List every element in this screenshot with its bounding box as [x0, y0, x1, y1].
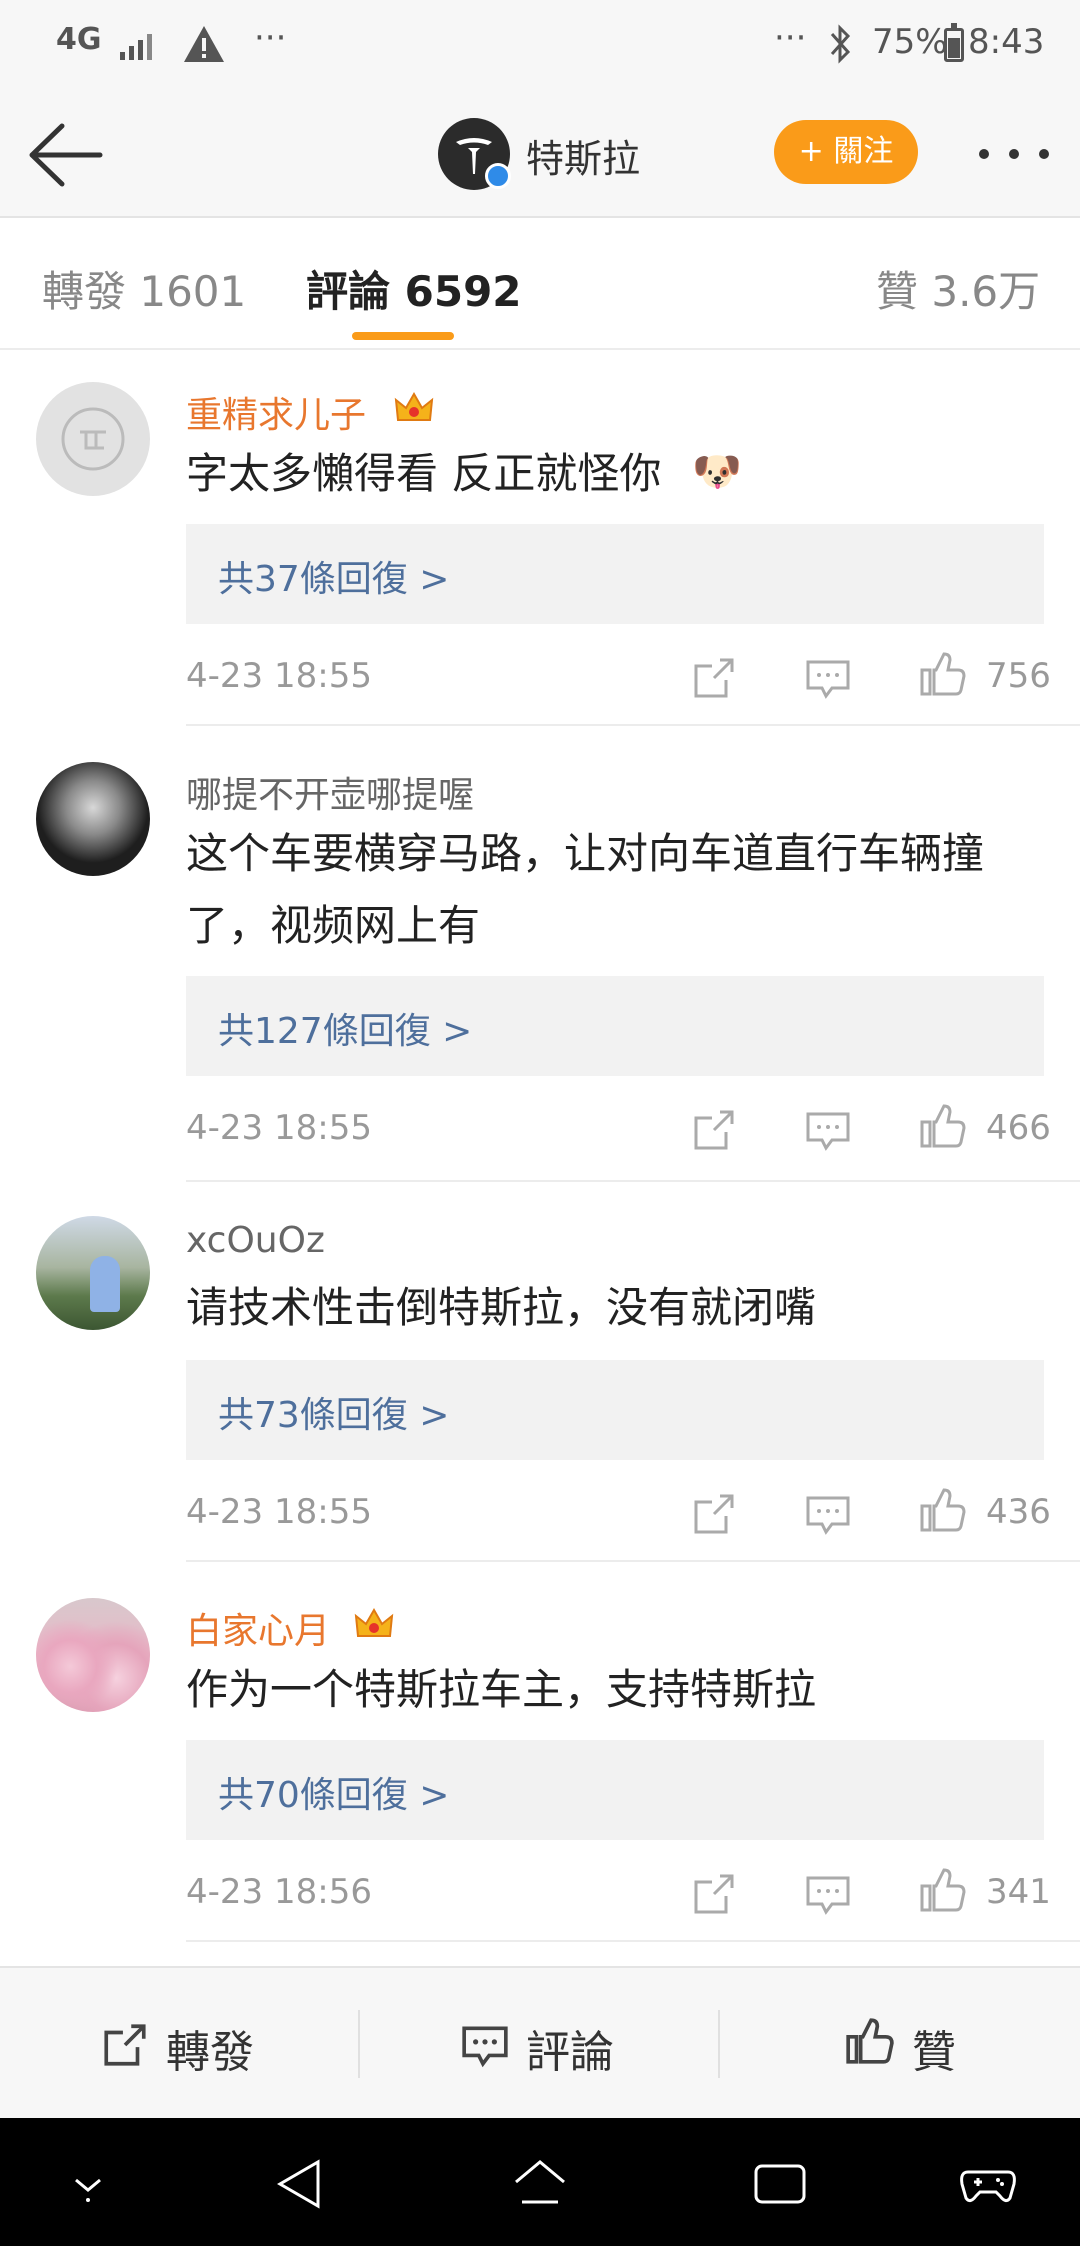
username[interactable]: 白家心月	[186, 1602, 330, 1654]
battery-icon	[944, 23, 964, 62]
repost-icon[interactable]	[690, 1870, 738, 1918]
comment-item: 重精求儿子 字太多懶得看 反正就怪你 🐶 共37條回復 > 4-23 18:55…	[0, 382, 1080, 726]
reply-summary[interactable]: 共70條回復 >	[186, 1740, 1044, 1840]
like-icon[interactable]	[918, 1102, 966, 1150]
reply-count-link[interactable]: 共127條回復 >	[218, 1002, 472, 1054]
repost-icon[interactable]	[690, 1490, 738, 1538]
bluetooth-icon	[830, 24, 851, 64]
divider	[186, 724, 1080, 726]
tab-reposts[interactable]: 轉發 1601	[42, 258, 246, 319]
avatar[interactable]	[36, 1598, 150, 1712]
comment-icon[interactable]	[804, 1490, 852, 1538]
verified-badge-icon	[485, 163, 511, 189]
comment-button[interactable]: 評論	[360, 1968, 720, 2120]
home-nav-icon[interactable]	[510, 2154, 570, 2214]
crown-badge-icon	[354, 1607, 394, 1637]
status-bar: 4G ··· ··· 75% 8:43	[0, 0, 1080, 90]
comment-text: 作为一个特斯拉车主，支持特斯拉	[186, 1665, 817, 1714]
comment-icon[interactable]	[804, 654, 852, 702]
comment-time: 4-23 18:56	[186, 1872, 372, 1912]
hide-keyboard-icon[interactable]	[58, 2154, 118, 2214]
signal-icon	[120, 34, 152, 60]
comment-text: 这个车要横穿马路，让对向车道直行车辆撞了，视频网上有	[186, 829, 985, 950]
avatar[interactable]	[36, 762, 150, 876]
divider	[186, 1940, 1080, 1942]
crown-badge-icon	[394, 391, 434, 421]
battery-percent: 75%	[872, 22, 948, 62]
repost-icon[interactable]	[690, 654, 738, 702]
username[interactable]: 哪提不开壶哪提喔	[186, 766, 474, 818]
divider	[186, 1560, 1080, 1562]
bottom-action-bar: 轉發 評論 贊	[0, 1966, 1080, 2118]
comment-time: 4-23 18:55	[186, 656, 372, 696]
repost-label: 轉發	[166, 2027, 254, 2078]
comment-time: 4-23 18:55	[186, 1492, 372, 1532]
like-button[interactable]: 贊	[720, 1968, 1080, 2120]
like-icon	[846, 2018, 894, 2064]
nav-header: 特斯拉 + 關注	[0, 90, 1080, 218]
comment-text: 字太多懶得看 反正就怪你	[186, 449, 662, 498]
like-icon[interactable]	[918, 650, 966, 698]
back-arrow-icon[interactable]	[28, 120, 108, 190]
avatar[interactable]	[36, 382, 150, 496]
like-icon[interactable]	[918, 1866, 966, 1914]
network-type: 4G	[56, 22, 102, 57]
like-count: 756	[986, 656, 1051, 696]
comment-icon[interactable]	[804, 1870, 852, 1918]
status-more: ···	[774, 18, 807, 58]
follow-button[interactable]: + 關注	[774, 120, 918, 184]
repost-button[interactable]: 轉發	[0, 1968, 360, 2120]
comment-item: xcOuOz 请技术性击倒特斯拉，没有就闭嘴 共73條回復 > 4-23 18:…	[0, 1216, 1080, 1562]
game-tools-icon[interactable]	[958, 2154, 1018, 2214]
like-label: 贊	[912, 2027, 956, 2078]
like-count: 436	[986, 1492, 1051, 1532]
doge-emoji-icon: 🐶	[692, 449, 742, 495]
warning-icon	[184, 26, 224, 62]
recents-nav-icon[interactable]	[750, 2154, 810, 2214]
comment-label: 評論	[526, 2027, 614, 2078]
tab-comments[interactable]: 評論 6592	[306, 258, 522, 319]
default-avatar-icon	[61, 407, 125, 471]
repost-icon	[104, 2024, 146, 2066]
like-count: 341	[986, 1872, 1051, 1912]
reply-count-link[interactable]: 共70條回復 >	[218, 1766, 449, 1818]
back-nav-icon[interactable]	[270, 2154, 330, 2214]
avatar[interactable]	[36, 1216, 150, 1330]
active-tab-indicator	[352, 332, 454, 340]
reply-count-link[interactable]: 共37條回復 >	[218, 550, 449, 602]
reply-summary[interactable]: 共37條回復 >	[186, 524, 1044, 624]
tab-bar: 轉發 1601 評論 6592 贊 3.6万	[0, 220, 1080, 350]
comment-item: 白家心月 作为一个特斯拉车主，支持特斯拉 共70條回復 > 4-23 18:56…	[0, 1598, 1080, 1944]
comment-icon	[462, 2026, 508, 2068]
reply-summary[interactable]: 共127條回復 >	[186, 976, 1044, 1076]
divider	[186, 1180, 1080, 1182]
comment-item: 哪提不开壶哪提喔 这个车要横穿马路，让对向车道直行车辆撞了，视频网上有 共127…	[0, 762, 1080, 1182]
page-title: 特斯拉	[526, 137, 641, 181]
like-icon[interactable]	[918, 1486, 966, 1534]
reply-count-link[interactable]: 共73條回復 >	[218, 1386, 449, 1438]
notification-more: ···	[254, 18, 287, 58]
comment-icon[interactable]	[804, 1106, 852, 1154]
like-count: 466	[986, 1108, 1051, 1148]
reply-summary[interactable]: 共73條回復 >	[186, 1360, 1044, 1460]
comment-text: 请技术性击倒特斯拉，没有就闭嘴	[186, 1283, 817, 1332]
username[interactable]: xcOuOz	[186, 1220, 325, 1261]
comment-time: 4-23 18:55	[186, 1108, 372, 1148]
more-options-icon[interactable]	[976, 134, 1052, 174]
username[interactable]: 重精求儿子	[186, 386, 366, 438]
clock: 8:43	[968, 22, 1045, 62]
system-nav-bar	[0, 2118, 1080, 2246]
repost-icon[interactable]	[690, 1106, 738, 1154]
tab-likes[interactable]: 贊 3.6万	[876, 258, 1040, 319]
